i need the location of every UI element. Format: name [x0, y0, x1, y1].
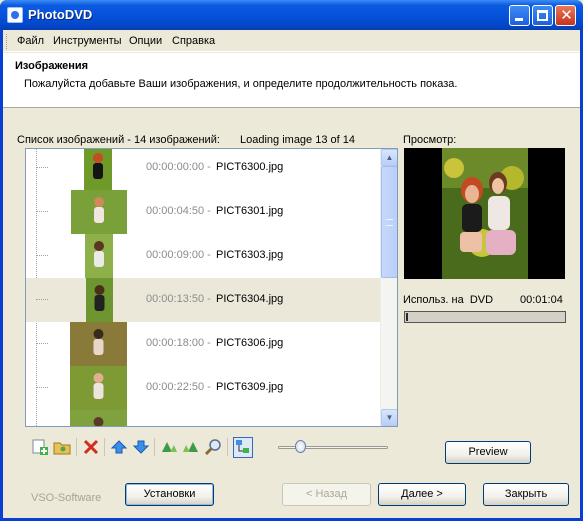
- scroll-thumb[interactable]: [381, 166, 397, 278]
- image-toolbar: [25, 435, 265, 461]
- item-filename: PICT6310.jpg: [216, 425, 283, 426]
- maximize-button[interactable]: [532, 5, 553, 26]
- list-item[interactable]: 00:00:18:00 - PICT6306.jpg: [26, 322, 380, 366]
- maximize-icon: [537, 10, 548, 21]
- list-item[interactable]: 00:00:00:00 - PICT6300.jpg: [26, 149, 380, 190]
- tree-branch: [36, 255, 48, 256]
- list-item[interactable]: 00:00:04:50 - PICT6301.jpg: [26, 190, 380, 234]
- minimize-button[interactable]: [509, 5, 530, 26]
- tree-branch: [36, 211, 48, 212]
- dvd-usage-fill: [406, 313, 408, 321]
- item-filename: PICT6309.jpg: [216, 381, 284, 393]
- client-area: Файл Инструменты Опции Справка Изображен…: [3, 30, 580, 518]
- menu-tools[interactable]: Инструменты: [53, 35, 122, 47]
- back-button[interactable]: < Назад: [282, 483, 371, 506]
- move-up-icon[interactable]: [110, 438, 128, 456]
- rotate-right-icon[interactable]: [182, 438, 200, 456]
- window-title: PhotoDVD: [28, 7, 93, 22]
- loading-status: Loading image 13 of 14: [240, 134, 355, 146]
- slider-knob[interactable]: [295, 440, 306, 453]
- list-item[interactable]: 00:00:13:50 - PICT6304.jpg: [26, 278, 380, 322]
- item-filename: PICT6306.jpg: [216, 337, 284, 349]
- page-description: Пожалуйста добавьте Ваши изображения, и …: [24, 78, 458, 90]
- image-thumbnail: [71, 190, 127, 234]
- item-time: 00:00:22:50 -: [146, 381, 211, 393]
- brand-label: VSO-Software: [31, 492, 102, 504]
- tree-branch: [36, 299, 48, 300]
- close-button[interactable]: Закрыть: [483, 483, 569, 506]
- next-button[interactable]: Далее >: [378, 483, 466, 506]
- menu-help[interactable]: Справка: [172, 35, 215, 47]
- minimize-icon: [515, 18, 523, 21]
- preview-button[interactable]: Preview: [445, 441, 531, 464]
- image-thumbnail: [70, 410, 127, 426]
- scroll-down-button[interactable]: ▼: [381, 409, 397, 426]
- app-window: PhotoDVD ✕ Файл Инструменты Опции Справк…: [0, 0, 583, 521]
- add-image-icon[interactable]: [31, 438, 49, 456]
- delete-icon[interactable]: [82, 438, 100, 456]
- item-filename: PICT6304.jpg: [216, 293, 284, 305]
- rotate-left-icon[interactable]: [160, 438, 178, 456]
- image-thumbnail: [70, 322, 127, 366]
- thumbnail-size-slider[interactable]: [278, 440, 388, 453]
- dvd-usage-bar: [404, 311, 566, 323]
- menu-bar: Файл Инструменты Опции Справка: [3, 30, 580, 52]
- item-time: 00:00:04:50 -: [146, 205, 211, 217]
- tree-branch: [36, 387, 48, 388]
- settings-button[interactable]: Установки: [125, 483, 214, 506]
- item-time: 00:00:18:00 -: [146, 337, 211, 349]
- list-item[interactable]: 00:00:09:00 - PICT6303.jpg: [26, 234, 380, 278]
- item-filename: PICT6301.jpg: [216, 205, 284, 217]
- list-item[interactable]: 00:00:22:50 - PICT6309.jpg: [26, 366, 380, 410]
- toolbar-separator: [154, 438, 155, 456]
- close-icon: ✕: [560, 7, 573, 24]
- title-bar[interactable]: PhotoDVD ✕: [0, 0, 583, 30]
- scroll-up-button[interactable]: ▲: [381, 149, 397, 166]
- toolbar-separator: [227, 438, 228, 456]
- item-filename: PICT6303.jpg: [216, 249, 284, 261]
- dvd-usage-label: Использ. на DVD: [403, 294, 494, 306]
- item-time: 00:00:09:00 -: [146, 249, 211, 261]
- open-folder-icon[interactable]: [53, 438, 71, 456]
- toolbar-separator: [76, 438, 77, 456]
- scroll-grip-icon: [386, 219, 393, 226]
- item-time: 00:00:00:00 -: [146, 161, 211, 173]
- preview-image: [442, 148, 528, 279]
- tree-branch: [36, 343, 48, 344]
- menu-options[interactable]: Опции: [129, 35, 162, 47]
- preview-label: Просмотр:: [403, 134, 457, 146]
- item-time: 00:00:13:50 -: [146, 293, 211, 305]
- toolbar-separator: [104, 438, 105, 456]
- image-list-label: Список изображений - 14 изображений:: [17, 134, 220, 146]
- list-scrollbar[interactable]: ▲ ▼: [380, 149, 397, 426]
- menu-file[interactable]: Файл: [17, 35, 44, 47]
- preview-area: [404, 148, 565, 279]
- close-window-button[interactable]: ✕: [555, 5, 576, 26]
- tree-branch: [36, 167, 48, 168]
- item-time: 00:00:27:00 -: [146, 425, 211, 426]
- zoom-icon[interactable]: [204, 438, 222, 456]
- item-filename: PICT6300.jpg: [216, 161, 284, 173]
- move-down-icon[interactable]: [132, 438, 150, 456]
- page-title: Изображения: [15, 60, 89, 72]
- list-item[interactable]: 00:00:27:00 - PICT6310.jpg: [26, 410, 380, 426]
- tree-view-icon[interactable]: [233, 437, 253, 458]
- dvd-usage-time: 00:01:04: [520, 294, 563, 306]
- app-icon: [7, 7, 23, 23]
- page-header: Изображения Пожалуйста добавьте Ваши изо…: [3, 53, 580, 108]
- image-thumbnail: [70, 366, 127, 410]
- image-list[interactable]: 00:00:00:00 - PICT6300.jpg 00:00:04:50 - PI…: [25, 148, 398, 427]
- menu-grip: [6, 34, 9, 49]
- image-thumbnail: [86, 278, 113, 322]
- image-thumbnail: [84, 149, 112, 190]
- image-thumbnail: [85, 234, 113, 278]
